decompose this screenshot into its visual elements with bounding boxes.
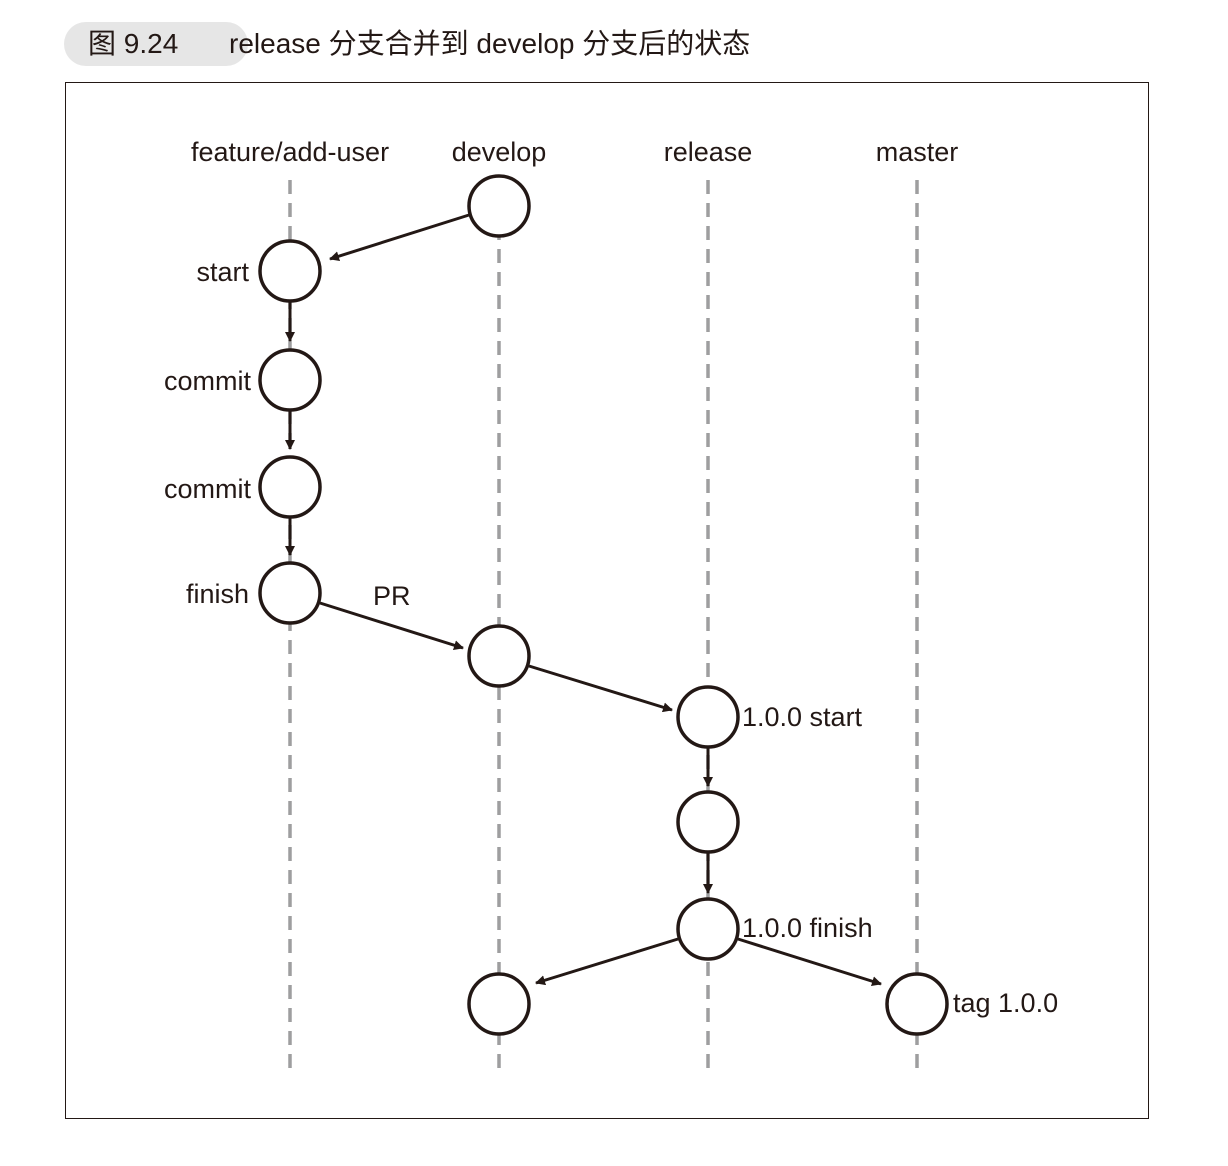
arrow-release-finish-to-develop [535,937,679,986]
label-feature-commit-1: commit [164,366,251,396]
lane-header-release: release [664,137,753,167]
label-feature-finish: finish [186,579,249,609]
gitflow-diagram: feature/add-user develop release master [164,137,1058,1068]
label-release-finish: 1.0.0 finish [742,913,873,943]
label-master-tag: tag 1.0.0 [953,988,1058,1018]
lane-header-feature: feature/add-user [191,137,389,167]
node-feature-start [258,239,322,303]
arrow-develop-to-feature-start [329,213,470,262]
arrow-develop-to-release-start [528,664,673,713]
node-release-start [676,685,740,749]
node-feature-commit-2 [258,455,322,519]
lane-header-master: master [876,137,959,167]
label-pull-request: PR [373,581,411,611]
label-feature-start: start [196,257,249,287]
node-feature-commit-1 [258,348,322,412]
node-feature-finish [258,561,322,625]
label-release-start: 1.0.0 start [742,702,863,732]
node-develop-merge [467,624,531,688]
node-develop-back-merge [467,972,531,1036]
node-develop-initial [467,174,531,238]
node-master-tag [885,972,949,1036]
label-feature-commit-2: commit [164,474,251,504]
node-release-commit [676,790,740,854]
arrow-release-finish-to-master [737,937,882,987]
node-release-finish [676,897,740,961]
lane-header-develop: develop [452,137,547,167]
